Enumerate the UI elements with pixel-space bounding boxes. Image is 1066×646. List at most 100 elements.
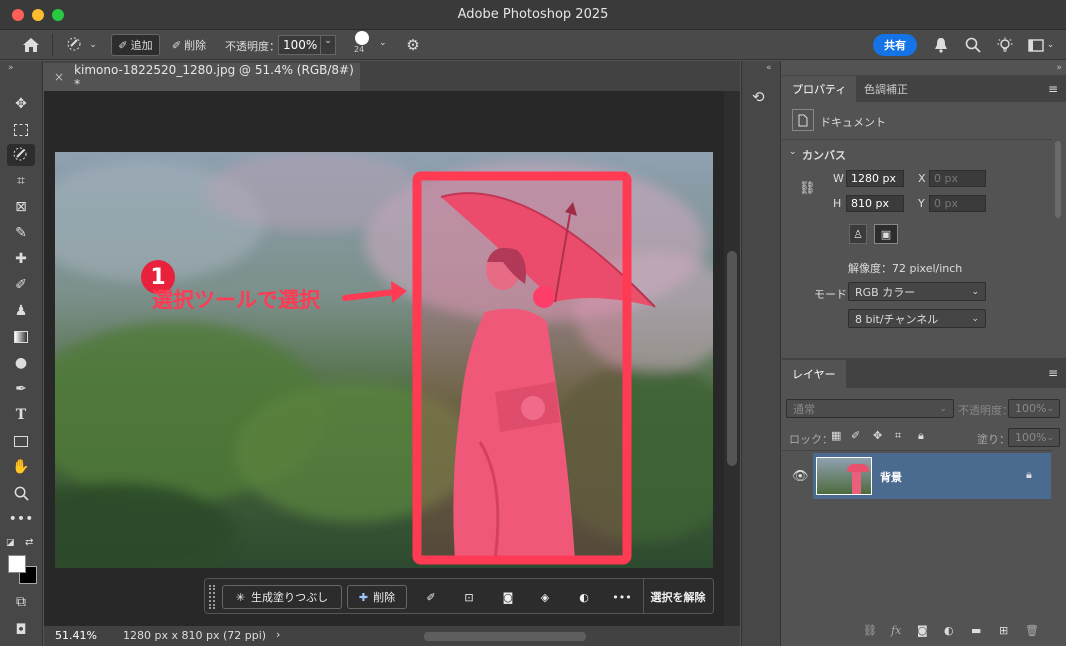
height-input[interactable]: 810 px (846, 195, 904, 212)
link-layers-icon[interactable]: ⛓ (863, 624, 877, 637)
chevron-down-icon: ⌄ (1046, 432, 1054, 443)
brush-tool[interactable]: ✐ (7, 274, 35, 296)
screen-mode-button[interactable]: ⧉ (7, 591, 35, 613)
home-button[interactable] (18, 34, 44, 56)
lock-artboard-icon[interactable]: ⌗ (895, 429, 901, 443)
crop-tool[interactable]: ⌗ (7, 170, 35, 192)
adjustment-layer-button[interactable]: ◐ (572, 585, 596, 609)
height-label: H (833, 197, 842, 210)
move-tool[interactable]: ✥ (7, 93, 35, 115)
foreground-color-swatch[interactable] (8, 555, 26, 573)
lock-all-icon[interactable]: 🔒︎ (918, 429, 924, 443)
lock-position-icon[interactable]: ✥ (873, 429, 882, 442)
document-tab[interactable]: × kimono-1822520_1280.jpg @ 51.4% (RGB/8… (44, 63, 360, 91)
panel-menu-icon[interactable]: ≡ (1048, 366, 1058, 380)
horizontal-scroll-thumb[interactable] (424, 632, 586, 641)
quick-mask-button[interactable]: ◘ (7, 619, 35, 641)
chevron-down-icon[interactable]: ⌄ (789, 147, 797, 157)
document-canvas[interactable]: 1 選択ツールで選択 (55, 152, 713, 568)
drag-handle-icon[interactable] (209, 585, 215, 609)
default-colors-icon[interactable]: ◪ (6, 538, 15, 548)
lock-pixels-icon[interactable]: ✐ (851, 429, 860, 442)
y-input[interactable]: 0 px (929, 195, 986, 212)
tab-properties[interactable]: プロパティ (782, 76, 857, 102)
document-info[interactable]: 1280 px x 810 px (72 ppi) (123, 629, 266, 642)
settings-button[interactable]: ⚙ (402, 34, 424, 56)
properties-scroll-thumb[interactable] (1055, 141, 1061, 218)
blend-mode-select[interactable]: 通常 ⌄ (786, 399, 954, 418)
landscape-orientation-button[interactable]: ▣ (874, 224, 898, 244)
notifications-button[interactable] (930, 34, 952, 56)
gradient-tool[interactable] (7, 326, 35, 348)
swap-colors-icon[interactable]: ⇄ (25, 537, 33, 548)
modify-selection-button[interactable]: ✐ (419, 585, 443, 609)
mask-button[interactable]: ◙ (496, 585, 520, 609)
pen-tool[interactable]: ✒ (7, 378, 35, 400)
folder-icon[interactable]: ▬ (971, 624, 981, 637)
opacity-input[interactable]: 100% ⌄ (278, 35, 336, 55)
generative-fill-label: 生成塗りつぶし (251, 591, 329, 604)
bit-depth-select[interactable]: 8 bit/チャンネル ⌄ (848, 309, 986, 328)
generative-fill-button[interactable]: ✳ 生成塗りつぶし (222, 585, 342, 609)
width-input[interactable]: 1280 px (846, 170, 904, 187)
history-panel-button[interactable]: ⟲ (752, 88, 765, 106)
object-selection-tool[interactable] (7, 144, 35, 166)
portrait-orientation-button[interactable]: ♙ (849, 224, 867, 244)
fill-selection-button[interactable]: ◈ (533, 585, 557, 609)
tab-adjustments[interactable]: 色調補正 (854, 76, 918, 102)
clone-stamp-tool[interactable]: ♟ (7, 300, 35, 322)
transform-selection-button[interactable]: ⊡ (457, 585, 481, 609)
status-bar: 51.41% 1280 px x 810 px (72 ppi) › (44, 626, 740, 646)
marquee-tool[interactable] (7, 119, 35, 141)
trash-icon[interactable]: 🗑︎ (1025, 624, 1039, 637)
panel-menu-icon[interactable]: ≡ (1048, 82, 1058, 96)
eyedropper-tool[interactable]: ✎ (7, 222, 35, 244)
vertical-scroll-thumb[interactable] (727, 251, 737, 466)
chevron-right-icon[interactable]: › (276, 628, 280, 641)
new-layer-icon[interactable]: ⊞ (999, 624, 1008, 637)
stamp-icon: ♟ (14, 303, 28, 319)
search-button[interactable] (962, 34, 984, 56)
fill-input[interactable]: 100% ⌄ (1008, 428, 1060, 447)
collapse-toolbar-icon[interactable]: » (8, 63, 14, 73)
workspace-switcher[interactable]: ⌄ (1024, 34, 1058, 56)
hand-tool[interactable]: ✋ (7, 456, 35, 478)
shape-tool[interactable] (7, 430, 35, 452)
tool-preset-picker[interactable]: ⌄ (60, 34, 102, 56)
discover-button[interactable] (994, 34, 1016, 56)
brush-size-picker[interactable]: 24 (352, 31, 382, 59)
opacity-value: 100% (283, 38, 318, 52)
more-options-button[interactable]: ••• (610, 585, 634, 609)
eye-icon[interactable]: 👁︎ (792, 469, 809, 484)
brush-preview-icon (355, 31, 369, 45)
dodge-tool[interactable]: ● (7, 352, 35, 374)
tab-layers[interactable]: レイヤー (782, 360, 846, 388)
share-button[interactable]: 共有 (873, 34, 917, 56)
close-tab-icon[interactable]: × (54, 70, 64, 84)
more-tools-button[interactable]: ••• (7, 508, 35, 530)
bell-icon (935, 38, 947, 53)
layer-row[interactable]: 背景 🔒︎ (813, 453, 1051, 499)
remove-button[interactable]: ✚ 削除 (347, 585, 407, 609)
zoom-level[interactable]: 51.41% (55, 629, 97, 642)
x-input[interactable]: 0 px (929, 170, 986, 187)
adjustment-layer-icon[interactable]: ◐ (944, 624, 954, 637)
healing-brush-tool[interactable]: ✚ (7, 248, 35, 270)
layer-opacity-value: 100% (1015, 402, 1047, 415)
add-mask-icon[interactable]: ◙ (917, 624, 928, 637)
frame-tool[interactable]: ⊠ (7, 196, 35, 218)
history-icon: ⟲ (752, 88, 765, 106)
layer-opacity-input[interactable]: 100% ⌄ (1008, 399, 1060, 418)
vertical-scrollbar[interactable] (724, 91, 740, 626)
mode-select[interactable]: RGB カラー ⌄ (848, 282, 986, 301)
zoom-tool[interactable] (7, 482, 35, 504)
link-icon[interactable]: ⛓ (799, 181, 816, 196)
fx-icon[interactable]: fx (891, 624, 901, 637)
subtract-from-selection-button[interactable]: ✐ 削除 (165, 34, 213, 56)
collapse-panel-icon[interactable]: « (766, 63, 772, 73)
add-to-selection-button[interactable]: ✐ 追加 (111, 34, 160, 56)
type-tool[interactable]: T (7, 404, 35, 426)
collapse-panels-icon[interactable]: » (1056, 63, 1062, 73)
deselect-button[interactable]: 選択を解除 (647, 585, 709, 609)
lock-transparent-icon[interactable]: ▦ (831, 429, 841, 442)
